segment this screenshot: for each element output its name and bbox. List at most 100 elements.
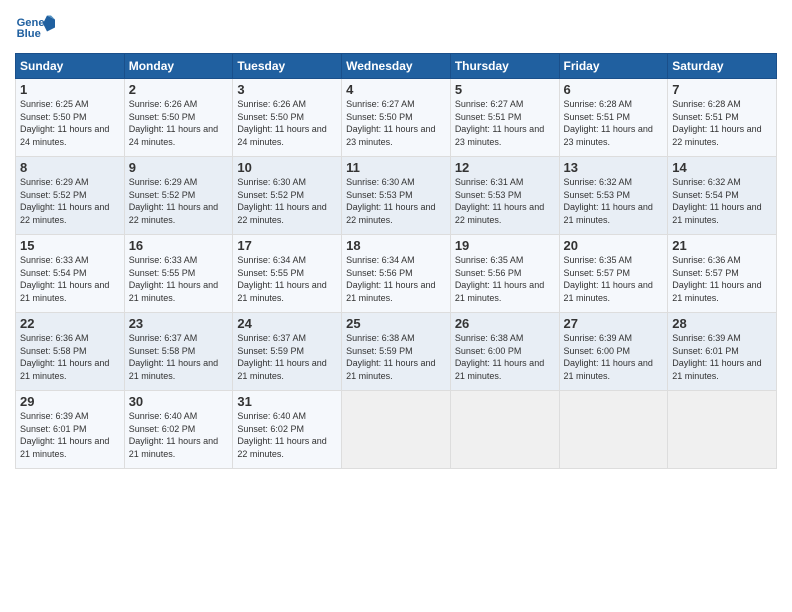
calendar-cell: 13 Sunrise: 6:32 AMSunset: 5:53 PMDaylig… bbox=[559, 157, 668, 235]
calendar-cell: 19 Sunrise: 6:35 AMSunset: 5:56 PMDaylig… bbox=[450, 235, 559, 313]
calendar-cell: 24 Sunrise: 6:37 AMSunset: 5:59 PMDaylig… bbox=[233, 313, 342, 391]
day-number: 5 bbox=[455, 82, 555, 97]
calendar-week-row: 15 Sunrise: 6:33 AMSunset: 5:54 PMDaylig… bbox=[16, 235, 777, 313]
day-info: Sunrise: 6:33 AMSunset: 5:54 PMDaylight:… bbox=[20, 255, 109, 303]
day-number: 16 bbox=[129, 238, 229, 253]
day-number: 30 bbox=[129, 394, 229, 409]
day-number: 31 bbox=[237, 394, 337, 409]
day-info: Sunrise: 6:25 AMSunset: 5:50 PMDaylight:… bbox=[20, 99, 109, 147]
day-info: Sunrise: 6:40 AMSunset: 6:02 PMDaylight:… bbox=[237, 411, 326, 459]
day-info: Sunrise: 6:29 AMSunset: 5:52 PMDaylight:… bbox=[20, 177, 109, 225]
calendar-cell: 23 Sunrise: 6:37 AMSunset: 5:58 PMDaylig… bbox=[124, 313, 233, 391]
calendar-cell: 26 Sunrise: 6:38 AMSunset: 6:00 PMDaylig… bbox=[450, 313, 559, 391]
day-info: Sunrise: 6:35 AMSunset: 5:56 PMDaylight:… bbox=[455, 255, 544, 303]
calendar-table: Sunday Monday Tuesday Wednesday Thursday… bbox=[15, 53, 777, 469]
day-number: 10 bbox=[237, 160, 337, 175]
day-number: 2 bbox=[129, 82, 229, 97]
day-number: 9 bbox=[129, 160, 229, 175]
day-number: 1 bbox=[20, 82, 120, 97]
calendar-week-row: 22 Sunrise: 6:36 AMSunset: 5:58 PMDaylig… bbox=[16, 313, 777, 391]
day-info: Sunrise: 6:28 AMSunset: 5:51 PMDaylight:… bbox=[672, 99, 761, 147]
calendar-cell: 6 Sunrise: 6:28 AMSunset: 5:51 PMDayligh… bbox=[559, 79, 668, 157]
day-number: 12 bbox=[455, 160, 555, 175]
page-container: General Blue Sunday Monday Tuesday Wedne… bbox=[0, 0, 792, 479]
day-number: 8 bbox=[20, 160, 120, 175]
header: General Blue bbox=[15, 10, 777, 45]
col-friday: Friday bbox=[559, 54, 668, 79]
day-number: 18 bbox=[346, 238, 446, 253]
calendar-header-row: Sunday Monday Tuesday Wednesday Thursday… bbox=[16, 54, 777, 79]
calendar-cell: 31 Sunrise: 6:40 AMSunset: 6:02 PMDaylig… bbox=[233, 391, 342, 469]
day-number: 21 bbox=[672, 238, 772, 253]
calendar-cell: 25 Sunrise: 6:38 AMSunset: 5:59 PMDaylig… bbox=[342, 313, 451, 391]
col-sunday: Sunday bbox=[16, 54, 125, 79]
calendar-cell: 15 Sunrise: 6:33 AMSunset: 5:54 PMDaylig… bbox=[16, 235, 125, 313]
day-number: 4 bbox=[346, 82, 446, 97]
calendar-cell: 28 Sunrise: 6:39 AMSunset: 6:01 PMDaylig… bbox=[668, 313, 777, 391]
day-info: Sunrise: 6:39 AMSunset: 6:00 PMDaylight:… bbox=[564, 333, 653, 381]
day-info: Sunrise: 6:32 AMSunset: 5:53 PMDaylight:… bbox=[564, 177, 653, 225]
calendar-cell: 4 Sunrise: 6:27 AMSunset: 5:50 PMDayligh… bbox=[342, 79, 451, 157]
day-info: Sunrise: 6:37 AMSunset: 5:59 PMDaylight:… bbox=[237, 333, 326, 381]
day-info: Sunrise: 6:37 AMSunset: 5:58 PMDaylight:… bbox=[129, 333, 218, 381]
col-monday: Monday bbox=[124, 54, 233, 79]
logo: General Blue bbox=[15, 10, 57, 45]
calendar-cell bbox=[559, 391, 668, 469]
calendar-cell: 11 Sunrise: 6:30 AMSunset: 5:53 PMDaylig… bbox=[342, 157, 451, 235]
calendar-cell: 22 Sunrise: 6:36 AMSunset: 5:58 PMDaylig… bbox=[16, 313, 125, 391]
svg-text:Blue: Blue bbox=[17, 28, 41, 40]
day-info: Sunrise: 6:29 AMSunset: 5:52 PMDaylight:… bbox=[129, 177, 218, 225]
calendar-cell: 10 Sunrise: 6:30 AMSunset: 5:52 PMDaylig… bbox=[233, 157, 342, 235]
day-info: Sunrise: 6:30 AMSunset: 5:52 PMDaylight:… bbox=[237, 177, 326, 225]
calendar-cell: 8 Sunrise: 6:29 AMSunset: 5:52 PMDayligh… bbox=[16, 157, 125, 235]
day-info: Sunrise: 6:32 AMSunset: 5:54 PMDaylight:… bbox=[672, 177, 761, 225]
day-info: Sunrise: 6:31 AMSunset: 5:53 PMDaylight:… bbox=[455, 177, 544, 225]
day-info: Sunrise: 6:26 AMSunset: 5:50 PMDaylight:… bbox=[129, 99, 218, 147]
calendar-cell: 27 Sunrise: 6:39 AMSunset: 6:00 PMDaylig… bbox=[559, 313, 668, 391]
day-number: 29 bbox=[20, 394, 120, 409]
day-info: Sunrise: 6:39 AMSunset: 6:01 PMDaylight:… bbox=[672, 333, 761, 381]
day-info: Sunrise: 6:40 AMSunset: 6:02 PMDaylight:… bbox=[129, 411, 218, 459]
calendar-cell: 3 Sunrise: 6:26 AMSunset: 5:50 PMDayligh… bbox=[233, 79, 342, 157]
day-info: Sunrise: 6:26 AMSunset: 5:50 PMDaylight:… bbox=[237, 99, 326, 147]
day-number: 28 bbox=[672, 316, 772, 331]
calendar-cell: 30 Sunrise: 6:40 AMSunset: 6:02 PMDaylig… bbox=[124, 391, 233, 469]
calendar-cell: 1 Sunrise: 6:25 AMSunset: 5:50 PMDayligh… bbox=[16, 79, 125, 157]
day-info: Sunrise: 6:38 AMSunset: 5:59 PMDaylight:… bbox=[346, 333, 435, 381]
calendar-cell: 14 Sunrise: 6:32 AMSunset: 5:54 PMDaylig… bbox=[668, 157, 777, 235]
day-number: 27 bbox=[564, 316, 664, 331]
day-number: 20 bbox=[564, 238, 664, 253]
day-info: Sunrise: 6:35 AMSunset: 5:57 PMDaylight:… bbox=[564, 255, 653, 303]
calendar-cell: 18 Sunrise: 6:34 AMSunset: 5:56 PMDaylig… bbox=[342, 235, 451, 313]
day-number: 6 bbox=[564, 82, 664, 97]
day-number: 22 bbox=[20, 316, 120, 331]
day-info: Sunrise: 6:39 AMSunset: 6:01 PMDaylight:… bbox=[20, 411, 109, 459]
day-number: 3 bbox=[237, 82, 337, 97]
calendar-cell: 7 Sunrise: 6:28 AMSunset: 5:51 PMDayligh… bbox=[668, 79, 777, 157]
calendar-cell: 20 Sunrise: 6:35 AMSunset: 5:57 PMDaylig… bbox=[559, 235, 668, 313]
calendar-cell: 17 Sunrise: 6:34 AMSunset: 5:55 PMDaylig… bbox=[233, 235, 342, 313]
calendar-week-row: 1 Sunrise: 6:25 AMSunset: 5:50 PMDayligh… bbox=[16, 79, 777, 157]
day-number: 14 bbox=[672, 160, 772, 175]
col-thursday: Thursday bbox=[450, 54, 559, 79]
col-tuesday: Tuesday bbox=[233, 54, 342, 79]
calendar-cell: 9 Sunrise: 6:29 AMSunset: 5:52 PMDayligh… bbox=[124, 157, 233, 235]
calendar-cell bbox=[668, 391, 777, 469]
day-number: 23 bbox=[129, 316, 229, 331]
calendar-cell bbox=[450, 391, 559, 469]
day-info: Sunrise: 6:33 AMSunset: 5:55 PMDaylight:… bbox=[129, 255, 218, 303]
calendar-week-row: 8 Sunrise: 6:29 AMSunset: 5:52 PMDayligh… bbox=[16, 157, 777, 235]
day-number: 17 bbox=[237, 238, 337, 253]
day-info: Sunrise: 6:27 AMSunset: 5:50 PMDaylight:… bbox=[346, 99, 435, 147]
day-info: Sunrise: 6:38 AMSunset: 6:00 PMDaylight:… bbox=[455, 333, 544, 381]
day-info: Sunrise: 6:34 AMSunset: 5:56 PMDaylight:… bbox=[346, 255, 435, 303]
calendar-cell: 21 Sunrise: 6:36 AMSunset: 5:57 PMDaylig… bbox=[668, 235, 777, 313]
day-number: 13 bbox=[564, 160, 664, 175]
day-info: Sunrise: 6:36 AMSunset: 5:58 PMDaylight:… bbox=[20, 333, 109, 381]
calendar-week-row: 29 Sunrise: 6:39 AMSunset: 6:01 PMDaylig… bbox=[16, 391, 777, 469]
day-info: Sunrise: 6:27 AMSunset: 5:51 PMDaylight:… bbox=[455, 99, 544, 147]
calendar-cell: 12 Sunrise: 6:31 AMSunset: 5:53 PMDaylig… bbox=[450, 157, 559, 235]
day-number: 15 bbox=[20, 238, 120, 253]
day-info: Sunrise: 6:28 AMSunset: 5:51 PMDaylight:… bbox=[564, 99, 653, 147]
calendar-cell: 2 Sunrise: 6:26 AMSunset: 5:50 PMDayligh… bbox=[124, 79, 233, 157]
